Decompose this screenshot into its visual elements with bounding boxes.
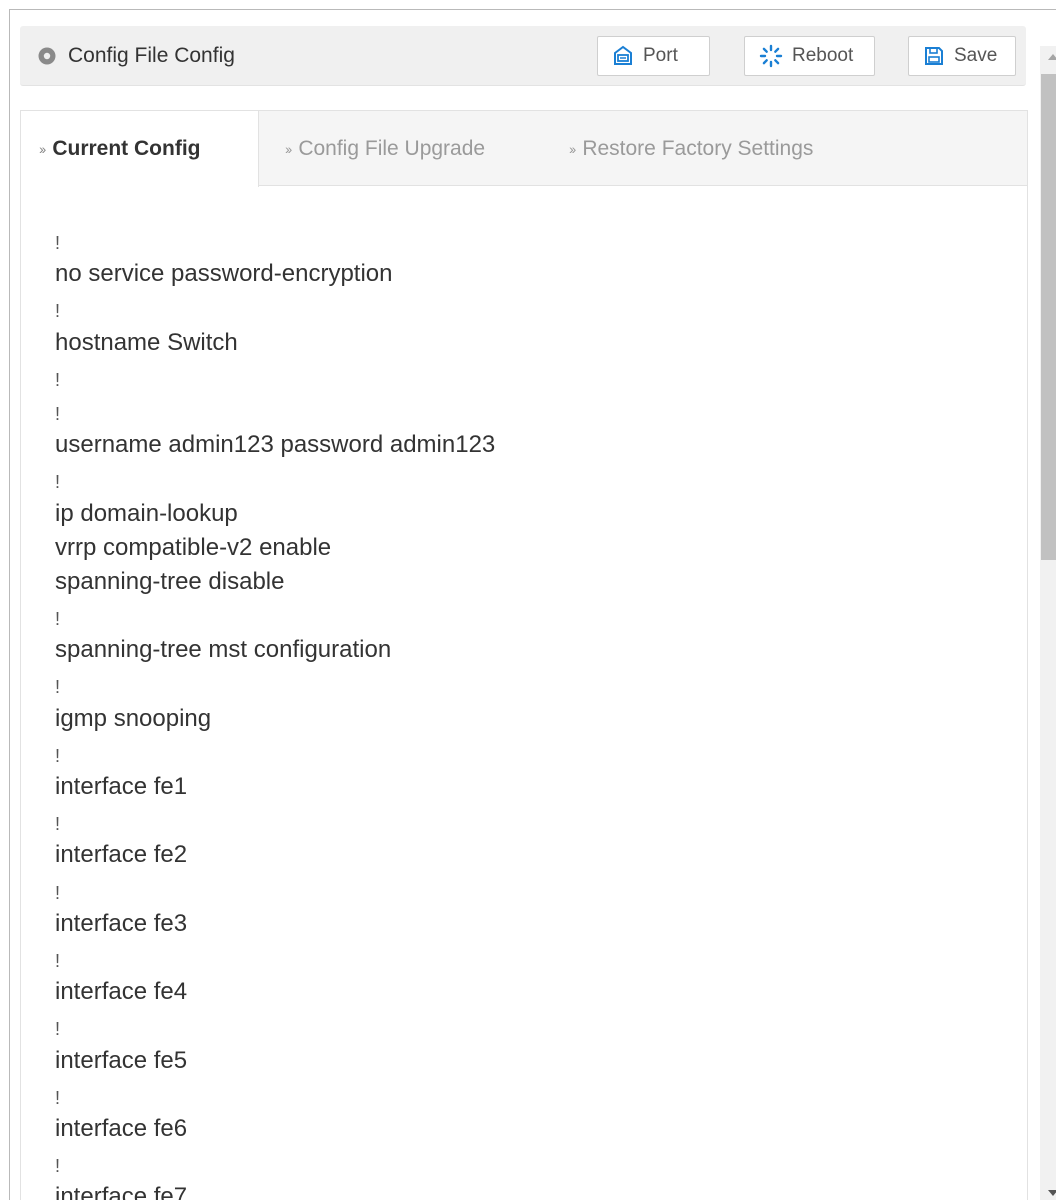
config-line: interface fe7 [55,1183,188,1200]
config-line: spanning-tree disable [55,567,285,595]
config-line: username admin123 password admin123 [55,431,496,459]
config-separator-line: ! [55,403,61,424]
tab-restore-factory-settings[interactable]: ›› Restore Factory Settings [551,111,891,186]
reboot-button[interactable]: Reboot [744,36,875,76]
tab-config-file-upgrade[interactable]: ›› Config File Upgrade [267,111,547,186]
tab-arrow-icon: ›› [569,140,576,157]
config-line: interface fe3 [55,909,188,937]
tab-label: Config File Upgrade [298,136,486,160]
tab-arrow-icon: ›› [285,140,292,157]
config-window: Config File Config Port Reboot Save ›› C… [9,9,1056,1200]
config-separator-line: ! [55,233,61,253]
page-header: Config File Config Port Reboot Save [20,26,1026,86]
config-separator-line: ! [55,814,61,835]
tab-bar: ›› Current Config ›› Config File Upgrade… [21,111,1027,187]
config-line: interface fe6 [55,1114,188,1142]
config-line: ip domain-lookup [55,499,238,527]
tab-label: Current Config [52,137,201,160]
tab-arrow-icon: ›› [39,141,46,157]
config-separator-line: ! [55,301,61,322]
config-separator-line: ! [55,1156,61,1177]
config-separator-line: ! [55,745,61,766]
port-button-label: Port [643,45,678,66]
reboot-button-label: Reboot [792,45,854,66]
tab-label: Restore Factory Settings [582,136,814,160]
config-line: hostname Switch [55,328,238,356]
save-button[interactable]: Save [908,36,1016,76]
save-button-label: Save [954,45,998,66]
current-config-text: ! no service password-encryption! hostname… [55,223,1015,1200]
config-panel: ›› Current Config ›› Config File Upgrade… [20,110,1028,1200]
vertical-scrollbar[interactable] [1040,46,1056,1200]
config-separator-line: ! [55,609,61,630]
config-separator-line: ! [55,369,61,390]
location-pin-icon [38,47,56,65]
config-separator-line: ! [55,472,61,493]
scroll-down-arrow-icon[interactable] [1048,1190,1056,1196]
config-separator-line: ! [55,882,61,903]
scroll-up-arrow-icon[interactable] [1048,54,1056,60]
reboot-spinner-icon [759,44,783,68]
config-line: interface fe5 [55,1046,188,1074]
config-separator-line: ! [55,950,61,971]
page-title: Config File Config [68,44,235,67]
config-line: interface fe2 [55,841,188,869]
port-button[interactable]: Port [597,36,710,76]
save-floppy-icon [925,47,943,65]
port-icon [614,45,632,65]
config-line: no service password-encryption [55,260,393,288]
tab-current-config[interactable]: ›› Current Config [21,111,259,187]
config-line: vrrp compatible-v2 enable [55,533,332,561]
config-line: igmp snooping [55,704,212,732]
config-line: interface fe1 [55,773,188,800]
config-separator-line: ! [55,1019,61,1040]
scrollbar-thumb[interactable] [1041,74,1056,560]
config-line: interface fe4 [55,978,188,1006]
config-line: spanning-tree mst configuration [55,636,392,664]
config-separator-line: ! [55,677,61,698]
config-separator-line: ! [55,1087,61,1108]
